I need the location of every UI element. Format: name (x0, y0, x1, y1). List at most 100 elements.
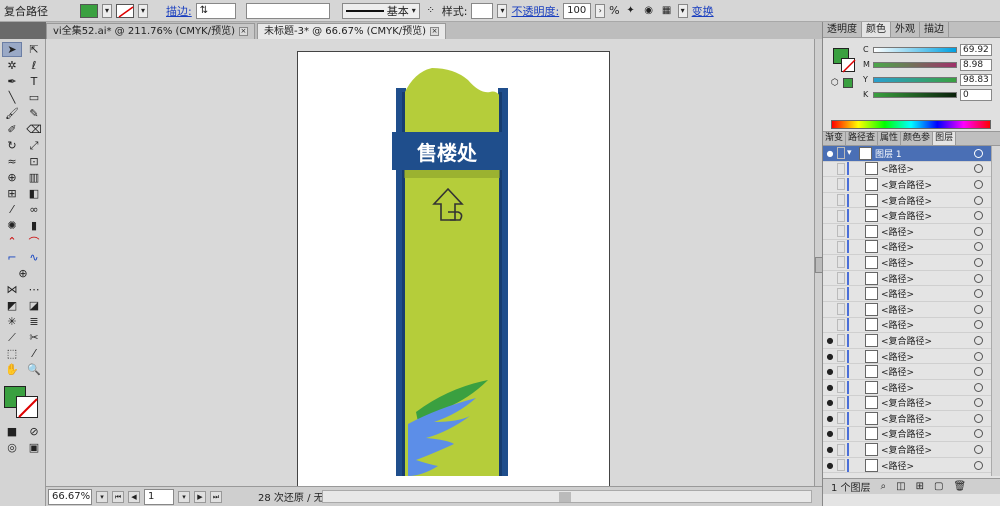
transform-link[interactable]: 变换 (692, 3, 714, 19)
first-artboard-icon[interactable]: ⏮ (112, 490, 124, 503)
target-icon[interactable] (974, 242, 983, 252)
layer-item-row[interactable]: <路径> (823, 224, 991, 240)
target-icon[interactable] (974, 413, 983, 423)
tab-attributes[interactable]: 属性 (878, 132, 902, 145)
gradient-tool-icon[interactable]: ◧ (24, 186, 44, 201)
tab-layers[interactable]: 图层 (933, 132, 957, 145)
close-icon[interactable]: × (238, 27, 248, 36)
item-name[interactable]: <复合路径> (881, 209, 974, 222)
crystallize-tool-icon[interactable]: ✳ (2, 314, 22, 329)
eye-icon[interactable] (823, 271, 837, 285)
eye-icon[interactable]: ● (823, 380, 837, 394)
item-name[interactable]: <路径> (881, 350, 974, 363)
lock-toggle[interactable] (837, 225, 845, 238)
chevron-down-icon[interactable]: ▾ (96, 490, 108, 503)
eye-icon[interactable] (823, 287, 837, 301)
knife-tool-icon[interactable]: ⁄ (24, 346, 44, 361)
eraser-tool-icon[interactable]: ⌫ (24, 122, 44, 137)
magenta-row[interactable]: M 8.98 (863, 58, 995, 71)
target-icon[interactable] (974, 148, 983, 158)
lock-toggle[interactable] (837, 318, 845, 331)
target-icon[interactable] (974, 304, 983, 314)
layer-item-row[interactable]: <路径> (823, 240, 991, 256)
make-clipping-mask-icon[interactable]: ◫ (896, 481, 905, 492)
target-icon[interactable] (974, 367, 983, 377)
eye-icon[interactable] (823, 318, 837, 332)
eye-icon[interactable]: ● (823, 411, 837, 425)
yellow-value[interactable]: 98.83 (960, 73, 992, 86)
tab-stroke[interactable]: 描边 (920, 22, 949, 37)
chevron-down-icon[interactable]: ▾ (138, 3, 148, 18)
layer-row[interactable]: ● ▾ 图层 1 (823, 146, 991, 162)
eye-icon[interactable]: ● (823, 146, 837, 160)
item-name[interactable]: <路径> (881, 381, 974, 394)
brush-definition-select[interactable]: 基本 ▾ (341, 2, 420, 19)
cyan-row[interactable]: C 69.92 (863, 43, 995, 56)
selection-tool-icon[interactable]: ➤ (2, 42, 22, 57)
magic-wand-tool-icon[interactable]: ✲ (2, 58, 22, 73)
sign-artwork[interactable]: 售楼处 (298, 52, 611, 488)
chevron-down-icon[interactable]: ▾ (178, 490, 190, 503)
layer-list[interactable]: ● ▾ 图层 1 <路径> <复合路径> <复合路径> <复合路径> <路径> <路径> <… (823, 146, 991, 476)
lock-toggle[interactable] (837, 256, 845, 269)
layer-item-row[interactable]: ● <复合路径> (823, 442, 991, 458)
artboard-number-field[interactable]: 1 (144, 488, 174, 505)
black-slider[interactable] (873, 91, 957, 98)
layer-item-row[interactable]: <复合路径> (823, 208, 991, 224)
recolor-artwork-icon[interactable]: ✦ (624, 4, 638, 18)
target-icon[interactable] (974, 382, 983, 392)
graphic-style-icon[interactable]: ⁘ (424, 4, 438, 18)
perspective-grid-tool-icon[interactable]: ▥ (24, 170, 44, 185)
shape-builder-tool-icon[interactable]: ⊕ (2, 170, 22, 185)
blob-brush-tool-icon[interactable]: ✐ (2, 122, 22, 137)
opacity-link[interactable]: 不透明度: (511, 3, 559, 19)
target-icon[interactable] (974, 460, 983, 470)
anchor-point-tool-icon[interactable]: ⌃ (2, 234, 22, 249)
eye-icon[interactable] (823, 240, 837, 254)
delete-icon[interactable]: 🗑 (953, 481, 966, 492)
layer-item-row[interactable]: ● <复合路径> (823, 333, 991, 349)
pencil-tool-icon[interactable]: ✎ (24, 106, 44, 121)
out-of-gamut-icon[interactable]: ⬡ (831, 78, 839, 88)
graph-tool-icon[interactable]: ≣ (24, 314, 44, 329)
lock-toggle[interactable] (837, 365, 845, 378)
tab-color[interactable]: 颜色 (862, 22, 891, 37)
lock-toggle[interactable] (837, 272, 845, 285)
scroll-thumb[interactable] (559, 492, 571, 502)
item-name[interactable]: <路径> (881, 287, 974, 300)
next-artboard-icon[interactable]: ▶ (194, 490, 206, 503)
stroke-weight-field[interactable]: ⇅ (195, 2, 236, 19)
pen-tool-icon[interactable]: ✒ (2, 74, 22, 89)
canvas-vertical-scrollbar[interactable] (814, 39, 823, 486)
target-icon[interactable] (974, 398, 983, 408)
layer-item-row[interactable]: ● <路径> (823, 364, 991, 380)
locate-object-icon[interactable]: ⌕ (881, 481, 887, 492)
item-name[interactable]: <复合路径> (881, 178, 974, 191)
eye-icon[interactable] (823, 193, 837, 207)
eye-icon[interactable] (823, 302, 837, 316)
prev-artboard-icon[interactable]: ◀ (128, 490, 140, 503)
stroke-swatch[interactable] (841, 58, 856, 73)
new-layer-icon[interactable]: ▢ (934, 481, 943, 492)
warp-tool-icon[interactable]: ≈ (2, 154, 22, 169)
lock-toggle[interactable] (837, 194, 845, 207)
layer-item-row[interactable]: ● <复合路径> (823, 427, 991, 443)
zoom-field[interactable]: 66.67% (48, 488, 92, 505)
target-icon[interactable] (974, 195, 983, 205)
hand-tool-icon[interactable]: ✋ (2, 362, 22, 377)
lock-toggle[interactable] (837, 209, 845, 222)
eye-icon[interactable]: ● (823, 443, 837, 457)
new-sublayer-icon[interactable]: ⊞ (916, 481, 924, 492)
yellow-row[interactable]: Y 98.83 (863, 73, 995, 86)
item-name[interactable]: <路径> (881, 365, 974, 378)
layer-item-row[interactable]: <路径> (823, 286, 991, 302)
layer-item-row[interactable]: ● <复合路径> (823, 396, 991, 412)
lock-toggle[interactable] (837, 162, 845, 175)
item-name[interactable]: <复合路径> (881, 396, 974, 409)
slice-tool-icon[interactable]: ⋈ (2, 282, 22, 297)
yellow-slider[interactable] (873, 76, 957, 83)
item-name[interactable]: <复合路径> (881, 412, 974, 425)
item-name[interactable]: <复合路径> (881, 194, 974, 207)
target-icon[interactable] (974, 429, 983, 439)
symbol-sprayer-tool-icon[interactable]: ✺ (2, 218, 22, 233)
